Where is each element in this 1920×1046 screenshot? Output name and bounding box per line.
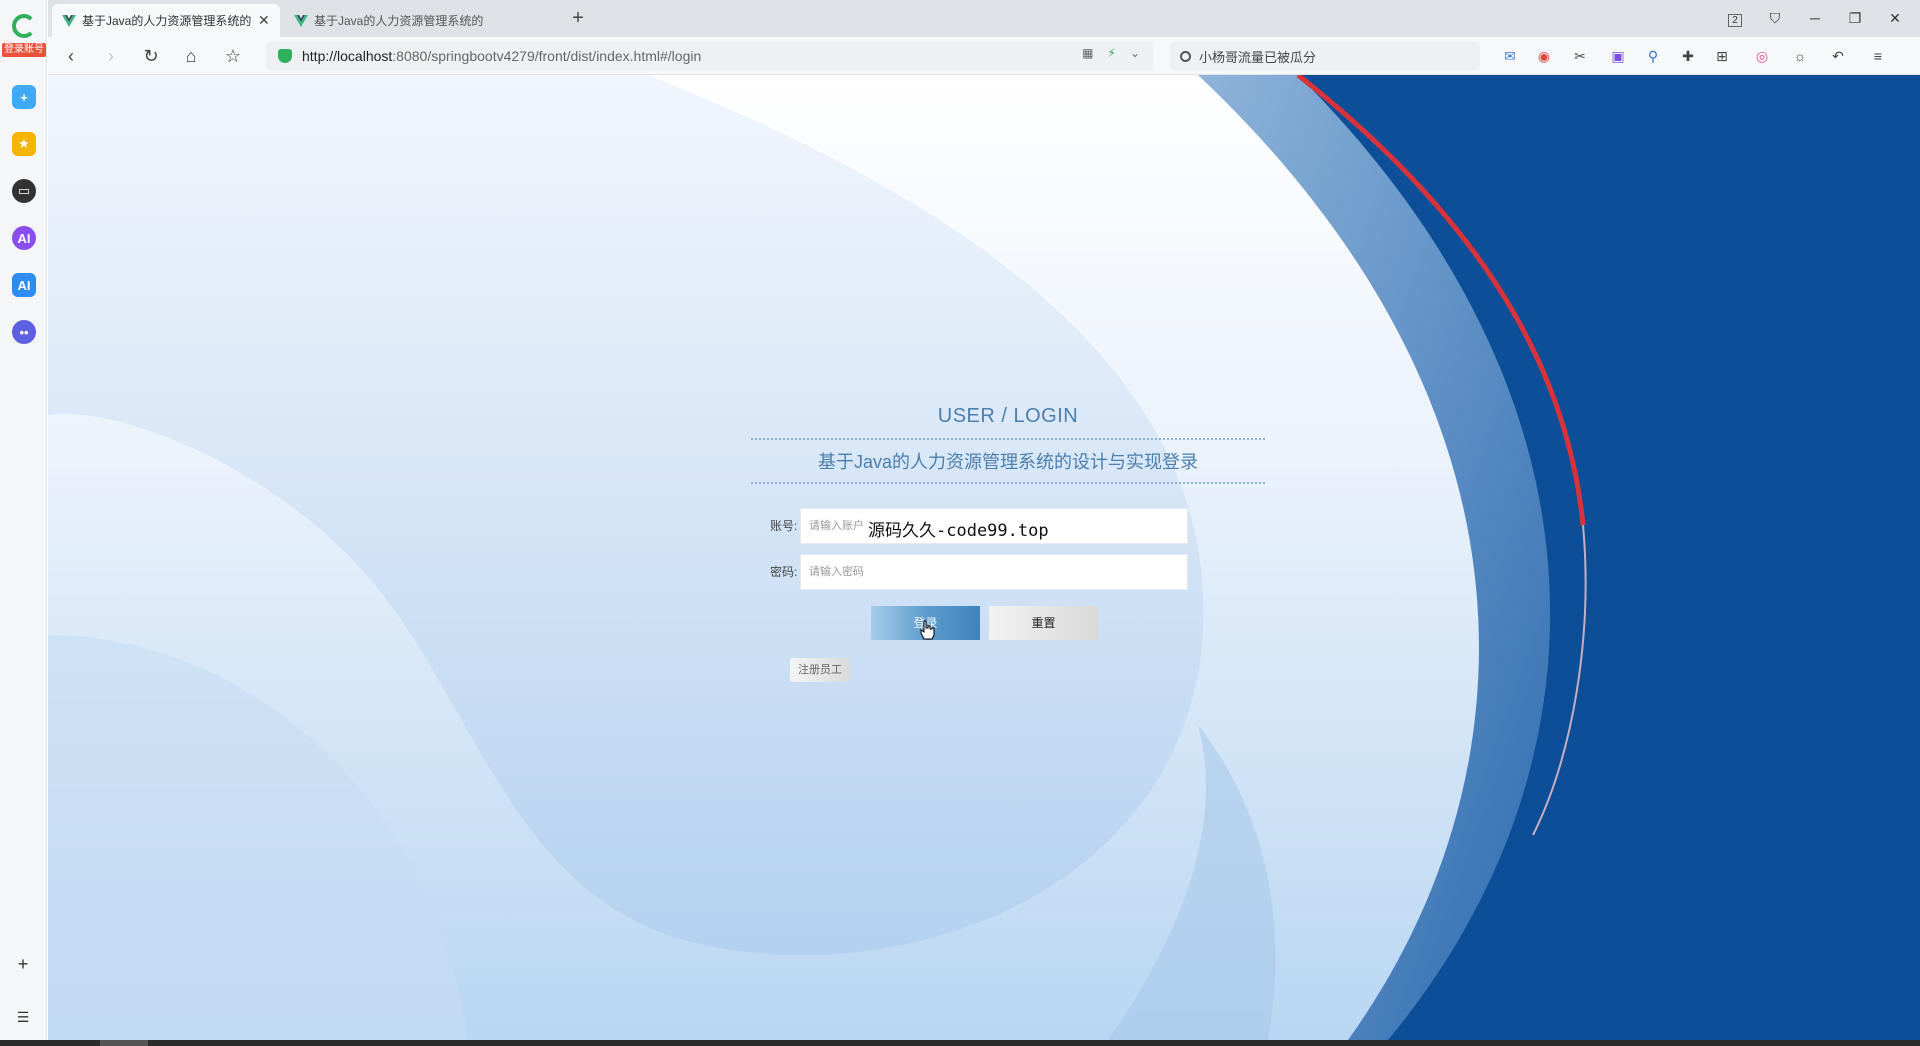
password-row: 密码: — [728, 554, 1288, 590]
browser-logo[interactable]: 登录账号 — [0, 10, 47, 60]
translate-icon[interactable]: ▣ — [1608, 46, 1628, 66]
add-icon[interactable]: + — [12, 953, 34, 975]
bot-face-icon[interactable]: •• — [12, 320, 36, 344]
divider — [751, 438, 1265, 440]
address-url[interactable]: http://localhost:8080/springbootv4279/fr… — [302, 48, 701, 64]
tab-strip: 基于Java的人力资源管理系统的 ✕ 基于Java的人力资源管理系统的 + 2 … — [48, 0, 1920, 37]
tab-login-active[interactable]: 基于Java的人力资源管理系统的 ✕ — [52, 4, 280, 37]
shirt-skin-icon[interactable]: ⛉ — [1758, 6, 1792, 30]
tab-login-second[interactable]: 基于Java的人力资源管理系统的 — [284, 4, 512, 37]
account-label: 账号: — [770, 519, 798, 533]
qr-code-icon[interactable]: ▦ — [1082, 46, 1093, 60]
browser-e-icon — [12, 14, 36, 38]
search-icon — [1180, 50, 1191, 62]
reload-button[interactable]: ↻ — [138, 44, 164, 68]
brightness-icon[interactable]: ☼ — [1790, 46, 1810, 66]
scissors-icon[interactable]: ✂ — [1570, 46, 1590, 66]
minimize-button[interactable]: ─ — [1798, 6, 1832, 30]
address-bar[interactable]: http://localhost:8080/springbootv4279/fr… — [266, 42, 1154, 70]
login-title: USER / LOGIN — [937, 405, 1079, 427]
apps-grid-icon[interactable]: ⊞ — [1712, 46, 1732, 66]
login-subtitle: 基于Java的人力资源管理系统的设计与实现登录 — [817, 452, 1199, 472]
speed-boost-icon[interactable]: ⚡ — [1108, 46, 1116, 60]
search-placeholder: 小杨哥流量已被瓜分 — [1199, 49, 1317, 65]
star-icon[interactable]: ★ — [12, 132, 36, 156]
security-shield-icon — [278, 49, 292, 63]
color-wheel-icon[interactable]: ◎ — [1752, 46, 1772, 66]
robot-icon[interactable]: ▭ — [12, 179, 36, 203]
bookmark-star-icon[interactable]: ☆ — [220, 44, 246, 68]
chevron-down-icon[interactable]: ⌄ — [1130, 46, 1140, 60]
close-window-button[interactable]: ✕ — [1878, 6, 1912, 30]
tab-count-label: 2 — [1728, 14, 1742, 27]
main-menu-icon[interactable]: ≡ — [1868, 46, 1888, 66]
back-button[interactable]: ‹ — [58, 44, 84, 68]
taskbar-strip — [0, 1040, 1920, 1046]
vue-logo-icon — [294, 14, 308, 27]
restore-button[interactable]: ❐ — [1838, 6, 1872, 30]
url-host: http://localhost — [302, 48, 393, 64]
account-input[interactable] — [800, 508, 1188, 544]
login-account-badge[interactable]: 登录账号 — [2, 43, 46, 57]
reset-button[interactable]: 重置 — [989, 606, 1098, 640]
close-tab-icon[interactable]: ✕ — [258, 12, 270, 29]
browser-sidebar: 登录账号 + ★ ▭ AI AI •• + ☰ — [0, 0, 47, 1040]
browser-toolbar: ‹ › ↻ ⌂ ☆ http://localhost:8080/springbo… — [48, 37, 1920, 75]
account-row: 账号: 源码久久-code99.top — [728, 508, 1288, 544]
extensions-puzzle-icon[interactable]: ✚ — [1678, 46, 1698, 66]
forward-button[interactable]: › — [98, 44, 124, 68]
taskbar-segment — [100, 1040, 148, 1046]
weibo-icon[interactable]: ◉ — [1534, 46, 1554, 66]
vue-logo-icon — [62, 14, 76, 27]
list-menu-icon[interactable]: ☰ — [12, 1006, 34, 1028]
password-input[interactable] — [800, 554, 1188, 590]
ai-chat-label: AI — [17, 277, 31, 293]
page-viewport: USER / LOGIN 基于Java的人力资源管理系统的设计与实现登录 账号:… — [48, 75, 1920, 1040]
url-path: :8080/springbootv4279/front/dist/index.h… — [392, 48, 702, 64]
divider — [751, 482, 1265, 484]
magnifier-icon[interactable]: ⚲ — [1643, 46, 1663, 66]
password-label: 密码: — [770, 565, 798, 579]
tab-count-icon[interactable]: 2 — [1718, 6, 1752, 30]
login-panel: USER / LOGIN 基于Java的人力资源管理系统的设计与实现登录 账号:… — [728, 405, 1288, 590]
new-tab-button[interactable]: + — [566, 6, 590, 30]
tab-title: 基于Java的人力资源管理系统的 — [314, 14, 484, 28]
undo-icon[interactable]: ↶ — [1828, 46, 1848, 66]
ai-assistant-icon[interactable]: AI — [12, 226, 36, 250]
search-box[interactable]: 小杨哥流量已被瓜分 — [1170, 42, 1480, 70]
tab-title: 基于Java的人力资源管理系统的 — [82, 14, 252, 28]
home-button[interactable]: ⌂ — [178, 44, 204, 68]
ai-chat-icon[interactable]: AI — [12, 273, 36, 297]
hand-cursor-icon — [920, 620, 935, 640]
plus-square-icon[interactable]: + — [12, 85, 36, 109]
mail-icon[interactable]: ✉ — [1500, 46, 1520, 66]
register-employee-button[interactable]: 注册员工 — [790, 658, 850, 682]
ai-assistant-label: AI — [17, 230, 31, 246]
